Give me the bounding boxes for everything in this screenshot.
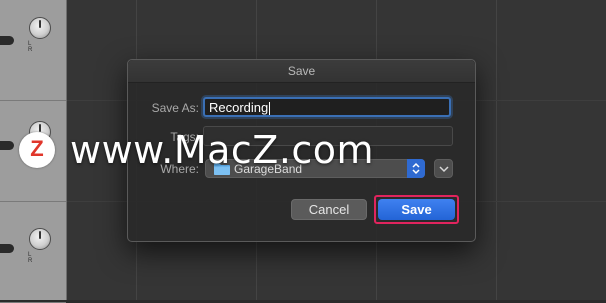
pan-labels: L R (28, 252, 42, 264)
watermark-logo-letter: Z (30, 136, 44, 161)
text-caret (269, 102, 271, 116)
pan-knob[interactable] (29, 17, 51, 39)
track-header[interactable]: L R (0, 0, 66, 101)
cancel-button[interactable]: Cancel (291, 199, 367, 220)
pan-labels: L R (28, 41, 42, 53)
dialog-title: Save (287, 64, 316, 78)
volume-slider-handle[interactable] (0, 36, 14, 45)
save-as-input[interactable]: Recording (203, 97, 451, 117)
dialog-titlebar[interactable]: Save (128, 60, 475, 83)
save-as-label: Save As: (151, 101, 199, 115)
grid-line (496, 0, 497, 300)
volume-slider-handle[interactable] (0, 141, 14, 150)
updown-chevron-icon[interactable] (407, 159, 425, 178)
volume-slider-handle[interactable] (0, 244, 14, 253)
watermark-text: www.MacZ.com (70, 128, 375, 172)
pan-knob[interactable] (29, 228, 51, 250)
watermark-logo: Z (19, 132, 55, 168)
track-header[interactable]: L R (0, 202, 66, 303)
save-button[interactable]: Save (378, 199, 455, 220)
expand-browser-button[interactable] (434, 159, 453, 178)
chevron-down-icon (439, 166, 449, 173)
save-as-value: Recording (209, 100, 269, 115)
